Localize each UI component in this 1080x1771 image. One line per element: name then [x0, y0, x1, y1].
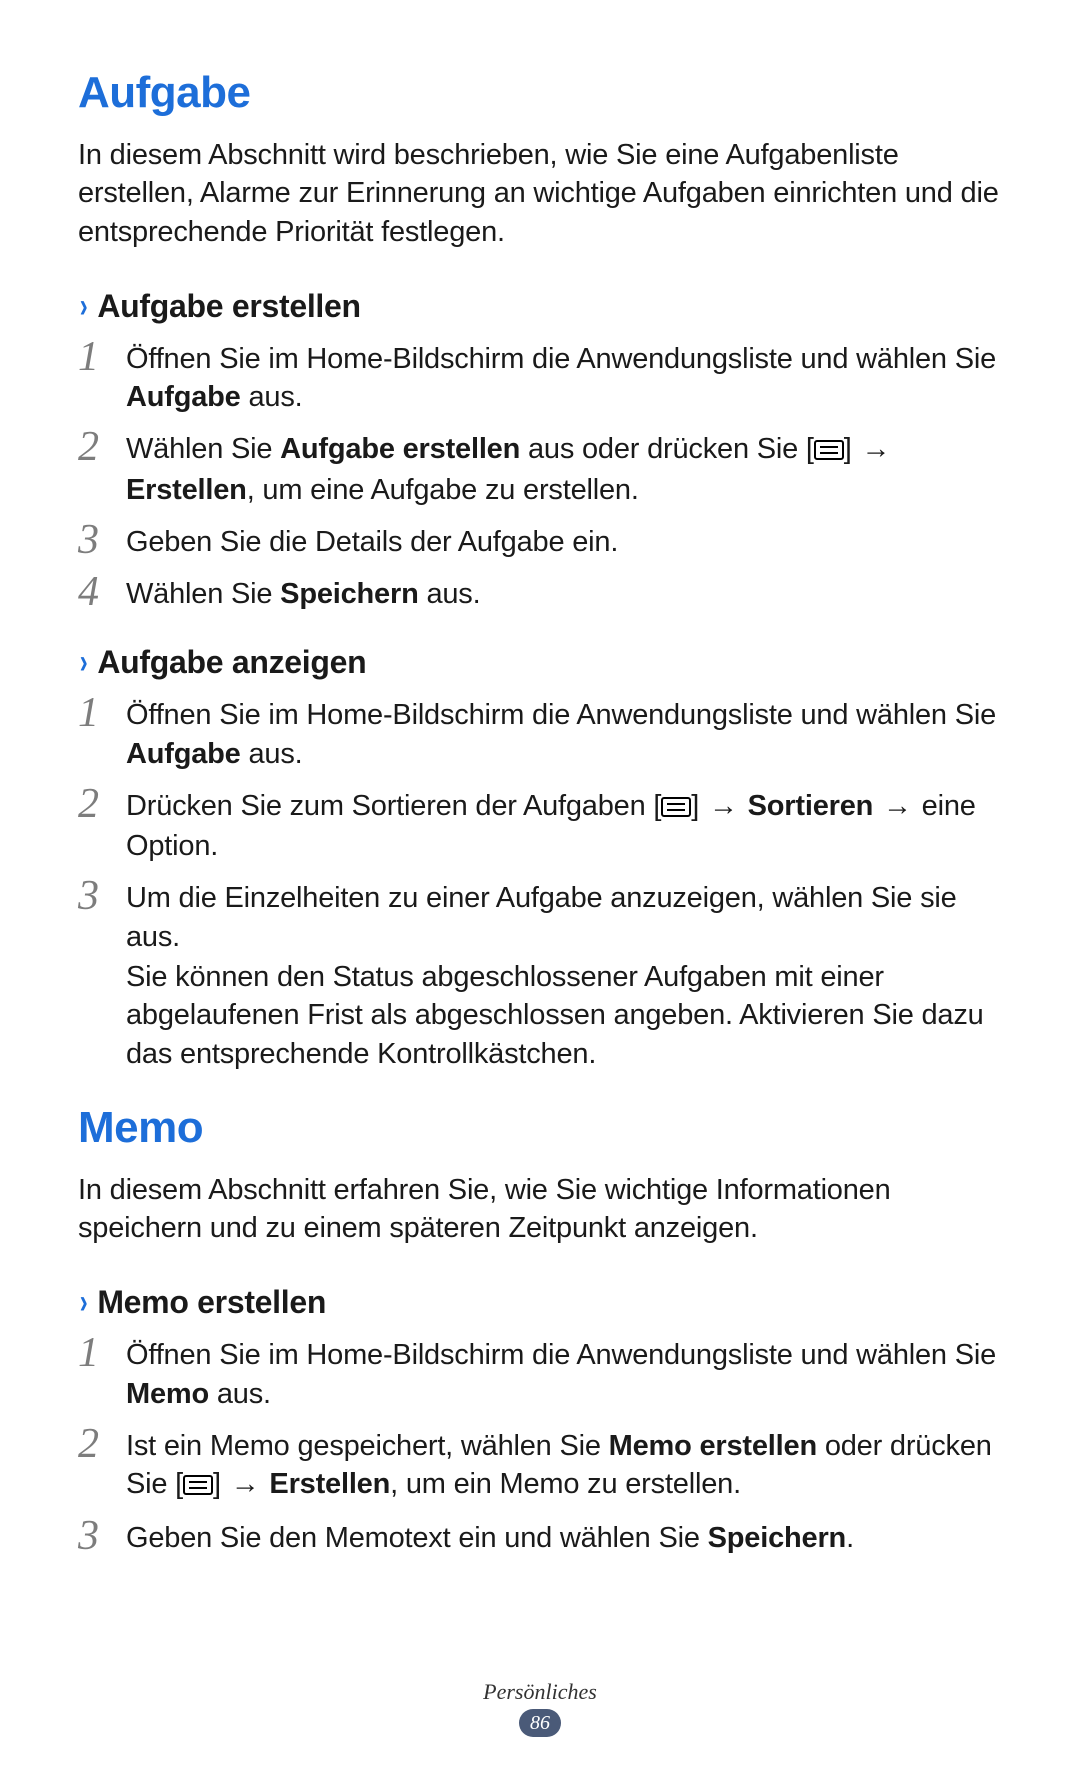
step: 1 Öffnen Sie im Home-Bildschirm die Anwe… [78, 1332, 1008, 1413]
arrow-icon: → [881, 787, 914, 825]
chevron-icon: › [80, 287, 88, 326]
intro-memo: In diesem Abschnitt erfahren Sie, wie Si… [78, 1171, 1008, 1248]
step-number: 3 [78, 875, 108, 917]
step-text: Öffnen Sie im Home-Bildschirm die Anwend… [126, 336, 1008, 417]
step: 2 Drücken Sie zum Sortieren der Aufgaben… [78, 783, 1008, 866]
step-number: 3 [78, 519, 108, 561]
footer-section-label: Persönliches [0, 1679, 1080, 1705]
steps-aufgabe-erstellen: 1 Öffnen Sie im Home-Bildschirm die Anwe… [78, 336, 1008, 614]
page-footer: Persönliches 86 [0, 1679, 1080, 1737]
step: 3 Geben Sie den Memotext ein und wählen … [78, 1515, 1008, 1557]
subheading-aufgabe-erstellen: › Aufgabe erstellen [78, 287, 1008, 326]
page: Aufgabe In diesem Abschnitt wird beschri… [0, 0, 1080, 1771]
heading-memo: Memo [78, 1103, 1008, 1153]
step: 1 Öffnen Sie im Home-Bildschirm die Anwe… [78, 336, 1008, 417]
step: 4 Wählen Sie Speichern aus. [78, 571, 1008, 613]
step-text: Öffnen Sie im Home-Bildschirm die Anwend… [126, 692, 1008, 773]
step-number: 4 [78, 571, 108, 613]
step-text: Wählen Sie Speichern aus. [126, 571, 1008, 613]
step-text: Öffnen Sie im Home-Bildschirm die Anwend… [126, 1332, 1008, 1413]
step-text: Ist ein Memo gespeichert, wählen Sie Mem… [126, 1423, 1008, 1506]
menu-icon [183, 1467, 213, 1505]
step: 3 Geben Sie die Details der Aufgabe ein. [78, 519, 1008, 561]
arrow-icon: → [229, 1465, 262, 1503]
chevron-icon: › [80, 1283, 88, 1322]
step: 2 Wählen Sie Aufgabe erstellen aus oder … [78, 426, 1008, 509]
step-number: 2 [78, 1423, 108, 1465]
step-number: 2 [78, 783, 108, 825]
subheading-aufgabe-anzeigen: › Aufgabe anzeigen [78, 643, 1008, 682]
arrow-icon: → [859, 430, 892, 468]
step: 1 Öffnen Sie im Home-Bildschirm die Anwe… [78, 692, 1008, 773]
step-text: Drücken Sie zum Sortieren der Aufgaben [… [126, 783, 1008, 866]
sub-title: Aufgabe anzeigen [97, 644, 366, 681]
subheading-memo-erstellen: › Memo erstellen [78, 1283, 1008, 1322]
step-number: 1 [78, 692, 108, 734]
menu-icon [661, 789, 691, 827]
steps-aufgabe-anzeigen: 1 Öffnen Sie im Home-Bildschirm die Anwe… [78, 692, 1008, 1072]
sub-title: Aufgabe erstellen [97, 288, 360, 325]
step-number: 1 [78, 336, 108, 378]
heading-aufgabe: Aufgabe [78, 68, 1008, 118]
step: 3 Um die Einzelheiten zu einer Aufgabe a… [78, 875, 1008, 1072]
step-text: Geben Sie den Memotext ein und wählen Si… [126, 1515, 1008, 1557]
arrow-icon: → [707, 787, 740, 825]
step-number: 3 [78, 1515, 108, 1557]
step-number: 1 [78, 1332, 108, 1374]
intro-aufgabe: In diesem Abschnitt wird beschrieben, wi… [78, 136, 1008, 251]
step-text: Wählen Sie Aufgabe erstellen aus oder dr… [126, 426, 1008, 509]
step-text: Geben Sie die Details der Aufgabe ein. [126, 519, 1008, 561]
page-number-badge: 86 [519, 1709, 561, 1737]
step: 2 Ist ein Memo gespeichert, wählen Sie M… [78, 1423, 1008, 1506]
menu-icon [814, 432, 844, 470]
steps-memo-erstellen: 1 Öffnen Sie im Home-Bildschirm die Anwe… [78, 1332, 1008, 1557]
step-text: Um die Einzelheiten zu einer Aufgabe anz… [126, 875, 1008, 1072]
chevron-icon: › [80, 643, 88, 682]
sub-title: Memo erstellen [97, 1284, 326, 1321]
step-number: 2 [78, 426, 108, 468]
